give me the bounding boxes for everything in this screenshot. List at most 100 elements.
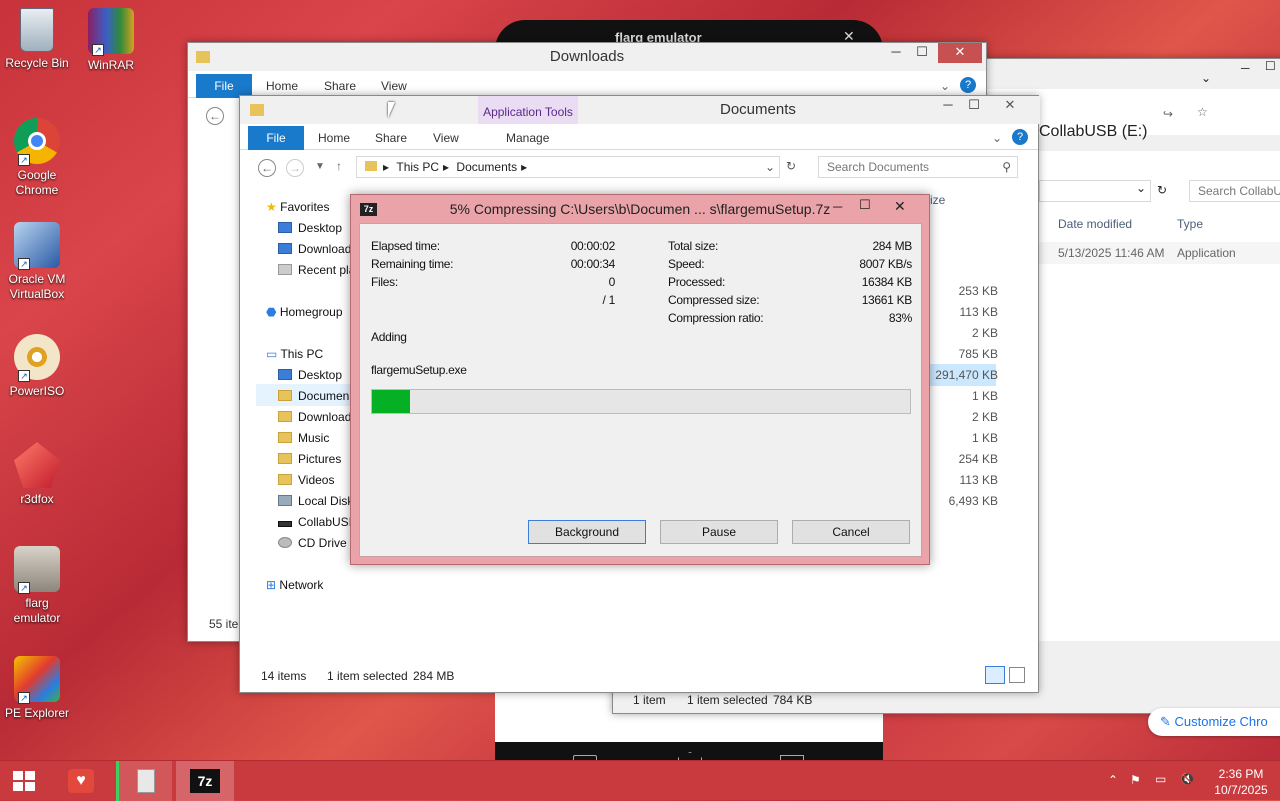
clock-date[interactable]: 10/7/2025 bbox=[1206, 783, 1276, 797]
address-dropdown-icon[interactable]: ⌄ bbox=[765, 160, 775, 174]
desktop-icon-winrar[interactable]: ↗ WinRAR bbox=[76, 8, 146, 73]
file-size: 2 KB bbox=[971, 410, 998, 424]
tab-home[interactable]: Home bbox=[266, 79, 298, 93]
nav-videos[interactable]: Videos bbox=[278, 473, 334, 487]
desktop-icon-flarg-emulator[interactable]: ↗ flarg emulator bbox=[2, 546, 72, 626]
nav-cd-drive[interactable]: CD Drive ( bbox=[278, 536, 354, 550]
file-size: 1 KB bbox=[971, 389, 998, 403]
forward-icon[interactable]: → bbox=[286, 159, 304, 177]
dialog-title: 5% Compressing C:\Users\b\Documen ... s\… bbox=[449, 201, 831, 217]
desktop-icon-chrome[interactable]: ↗ Google Chrome bbox=[2, 118, 72, 198]
chevron-down-icon[interactable]: ⌄ bbox=[992, 131, 1002, 145]
tab-view[interactable]: View bbox=[381, 79, 407, 93]
address-bar[interactable]: ▸ This PC ▸ Documents ▸ bbox=[356, 156, 780, 178]
refresh-icon[interactable]: ↻ bbox=[786, 159, 796, 173]
desktop-icon-r3dfox[interactable]: r3dfox bbox=[2, 442, 72, 507]
desktop-icon-label: Google Chrome bbox=[15, 168, 59, 197]
taskbar-7zip[interactable]: 7z bbox=[176, 761, 234, 801]
desktop-icon-label: PE Explorer bbox=[4, 706, 70, 720]
tab-manage[interactable]: Manage bbox=[506, 131, 549, 145]
tab-home[interactable]: Home bbox=[318, 131, 350, 145]
back-icon[interactable]: ← bbox=[258, 159, 276, 177]
nav-network[interactable]: ⊞ Network bbox=[266, 578, 323, 592]
clock-time[interactable]: 2:36 PM bbox=[1206, 767, 1276, 781]
column-date-modified[interactable]: Date modified bbox=[1058, 217, 1132, 231]
refresh-icon[interactable]: ↻ bbox=[1157, 183, 1167, 197]
app-tools-tab[interactable]: Application Tools bbox=[478, 96, 578, 124]
processed-value: 16384 KB bbox=[861, 275, 913, 289]
star-icon[interactable]: ☆ bbox=[1197, 105, 1208, 119]
breadcrumb-documents[interactable]: Documents bbox=[456, 160, 517, 174]
chevron-down-icon[interactable]: ⌄ bbox=[940, 79, 950, 93]
volume-muted-icon[interactable]: 🔇 bbox=[1180, 772, 1195, 786]
taskbar-file-explorer[interactable] bbox=[116, 761, 172, 801]
desktop-icon-virtualbox[interactable]: ↗ Oracle VM VirtualBox bbox=[2, 222, 72, 302]
nav-homegroup[interactable]: ⬣ Homegroup bbox=[266, 305, 343, 319]
back-icon[interactable]: ← bbox=[206, 107, 224, 125]
large-icons-view-icon[interactable] bbox=[1009, 667, 1025, 683]
nav-recent-places[interactable]: Recent pla bbox=[278, 263, 355, 277]
size-column-header[interactable]: ize bbox=[930, 193, 945, 207]
cancel-button[interactable]: Cancel bbox=[792, 520, 910, 544]
customize-chrome-button[interactable]: ✎ Customize Chro bbox=[1148, 708, 1280, 736]
pause-button[interactable]: Pause bbox=[660, 520, 778, 544]
nav-pictures[interactable]: Pictures bbox=[278, 452, 341, 466]
file-size: 785 KB bbox=[958, 347, 998, 361]
network-icon[interactable]: ▭ bbox=[1155, 772, 1166, 786]
column-type[interactable]: Type bbox=[1177, 217, 1203, 231]
desktop-icon-pe-explorer[interactable]: ↗ PE Explorer bbox=[2, 656, 72, 721]
close-button[interactable]: ✕ bbox=[938, 43, 982, 63]
tab-file[interactable]: File bbox=[248, 126, 304, 150]
flarg-emulator-icon: ↗ bbox=[14, 546, 60, 594]
nav-downloads[interactable]: Download bbox=[278, 242, 351, 256]
collabusb-search-input[interactable]: Search CollabUS bbox=[1189, 180, 1280, 202]
tab-share[interactable]: Share bbox=[375, 131, 407, 145]
nav-this-pc[interactable]: ▭ This PC bbox=[266, 347, 323, 361]
search-input[interactable]: Search Documents ⚲ bbox=[818, 156, 1018, 178]
recent-dropdown-icon[interactable]: ▼ bbox=[315, 161, 325, 172]
nav-pc-documents[interactable]: Documen bbox=[278, 389, 349, 403]
downloads-titlebar: Downloads bbox=[188, 43, 986, 71]
tray-overflow-chevron-icon[interactable]: ⌃ bbox=[1108, 773, 1118, 787]
background-button[interactable]: Background bbox=[528, 520, 646, 544]
minimize-icon[interactable]: ─ bbox=[1241, 61, 1250, 75]
nav-pc-downloads[interactable]: Download bbox=[278, 410, 351, 424]
minimize-icon[interactable]: ─ bbox=[833, 199, 842, 214]
collabusb-address[interactable]: ⌄ bbox=[1039, 180, 1151, 202]
maximize-icon[interactable]: ☐ bbox=[1265, 59, 1276, 73]
minimize-button[interactable]: ─ bbox=[934, 96, 962, 116]
desktop-icon-recycle-bin[interactable]: Recycle Bin bbox=[2, 8, 72, 71]
speed-value: 8007 KB/s bbox=[859, 257, 912, 271]
start-button[interactable] bbox=[0, 761, 48, 801]
maximize-button[interactable]: ☐ bbox=[908, 43, 936, 63]
nav-desktop[interactable]: Desktop bbox=[278, 221, 342, 235]
maximize-icon[interactable]: ☐ bbox=[859, 197, 871, 213]
tab-view[interactable]: View bbox=[433, 131, 459, 145]
compression-dialog[interactable]: 7z 5% Compressing C:\Users\b\Documen ...… bbox=[350, 194, 930, 565]
r3dfox-icon bbox=[14, 442, 60, 488]
minimize-button[interactable]: ─ bbox=[882, 43, 910, 63]
nav-music[interactable]: Music bbox=[278, 431, 329, 445]
share-icon[interactable]: ↪ bbox=[1163, 107, 1173, 121]
chevron-down-icon[interactable]: ⌄ bbox=[1201, 71, 1211, 85]
help-icon[interactable]: ? bbox=[1012, 129, 1028, 145]
nav-favorites[interactable]: ★ Favorites bbox=[266, 200, 329, 214]
maximize-button[interactable]: ☐ bbox=[960, 96, 988, 116]
nav-collabusb[interactable]: CollabUSB bbox=[278, 515, 357, 529]
details-view-icon[interactable] bbox=[985, 666, 1005, 684]
taskbar-health-app[interactable]: ♥ bbox=[56, 761, 106, 801]
nav-local-disk[interactable]: Local Disk bbox=[278, 494, 353, 508]
file-size: 113 KB bbox=[959, 473, 998, 487]
recycle-bin-icon bbox=[20, 8, 54, 52]
up-icon[interactable]: ↑ bbox=[336, 159, 342, 173]
help-icon[interactable]: ? bbox=[960, 77, 976, 93]
remaining-time-value: 00:00:34 bbox=[570, 257, 616, 271]
nav-pc-desktop[interactable]: Desktop bbox=[278, 368, 342, 382]
action-center-flag-icon[interactable]: ⚑ bbox=[1130, 773, 1141, 787]
close-button[interactable]: ✕ bbox=[988, 96, 1032, 116]
breadcrumb-this-pc[interactable]: This PC bbox=[396, 160, 439, 174]
desktop-icon-poweriso[interactable]: ↗ PowerISO bbox=[2, 334, 72, 399]
explorer-icon bbox=[137, 769, 155, 793]
tab-share[interactable]: Share bbox=[324, 79, 356, 93]
close-icon[interactable]: ✕ bbox=[894, 198, 906, 215]
